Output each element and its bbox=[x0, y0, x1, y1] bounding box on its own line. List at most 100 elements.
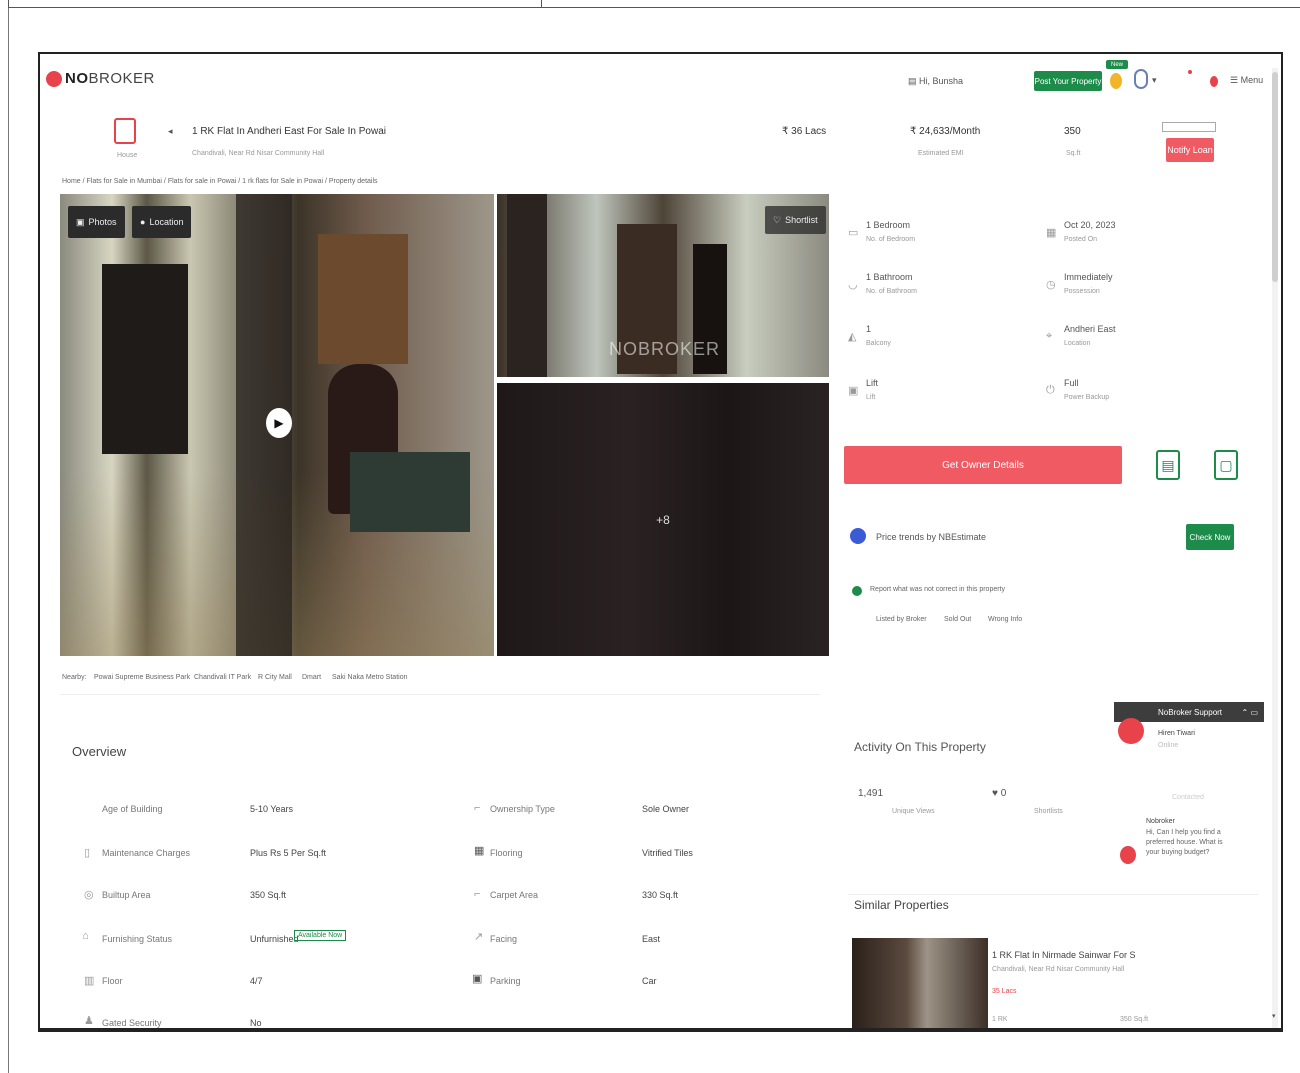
scroll-down-icon[interactable]: ▾ bbox=[1272, 1012, 1276, 1020]
overview-title: Overview bbox=[72, 744, 127, 759]
report-option-wrong[interactable]: Wrong Info bbox=[988, 616, 1022, 623]
activity-title: Activity On This Property bbox=[854, 740, 986, 754]
bot-message: Hi, Can I help you find a preferred hous… bbox=[1146, 829, 1223, 856]
notification-dot-icon bbox=[1188, 70, 1192, 74]
agent-title: Hiren Tiwari bbox=[1158, 730, 1195, 737]
notification-bell-icon[interactable] bbox=[1210, 76, 1218, 87]
offer-bulb-icon[interactable] bbox=[1110, 73, 1122, 89]
agent-avatar bbox=[1118, 718, 1144, 744]
browser-screenshot: NOBROKER ▤ Hi, Bunsha Post Your Property… bbox=[38, 52, 1283, 1032]
new-badge: New bbox=[1106, 60, 1128, 69]
notify-loan-button[interactable]: Notify Loan bbox=[1166, 138, 1214, 162]
nearby-label: Nearby: bbox=[62, 674, 87, 681]
balcony-icon: ◭ bbox=[848, 331, 857, 343]
logo-mark-icon bbox=[46, 70, 62, 87]
report-option-sold[interactable]: Sold Out bbox=[944, 616, 971, 623]
bath-icon: ◡ bbox=[848, 279, 858, 291]
post-property-button[interactable]: Post Your Property bbox=[1034, 71, 1102, 91]
similar-card-price: 35 Lacs bbox=[992, 988, 1017, 995]
area-unit: Sq.ft bbox=[1066, 150, 1081, 157]
camera-icon: ▣ bbox=[76, 216, 85, 227]
back-arrow-icon[interactable]: ◂ bbox=[168, 126, 173, 137]
shortlists-count: ♥ 0 bbox=[992, 788, 1007, 799]
more-photos-count: +8 bbox=[656, 512, 670, 527]
secondary-photo-more[interactable]: +8 bbox=[497, 383, 829, 656]
nearby-place[interactable]: R City Mall bbox=[258, 674, 292, 681]
report-icon bbox=[852, 586, 862, 596]
header-shortlist-link[interactable]: ▤ Hi, Bunsha bbox=[908, 76, 963, 87]
secondary-photo-top[interactable]: NOBROKER ♡ Shortlist bbox=[497, 194, 829, 377]
pin-icon: ⌖ bbox=[1046, 330, 1053, 342]
breadcrumb[interactable]: Home / Flats for Sale in Mumbai / Flats … bbox=[62, 178, 378, 185]
user-avatar-icon[interactable] bbox=[1134, 69, 1148, 89]
car-icon: ▣ bbox=[472, 973, 483, 985]
minimize-icon[interactable]: ⌃ ▭ bbox=[1242, 708, 1258, 717]
contacted-label: Contacted bbox=[1172, 794, 1204, 801]
get-owner-details-button[interactable]: Get Owner Details bbox=[844, 446, 1122, 484]
agent-status: Online bbox=[1158, 742, 1179, 749]
similar-card-meta: 1 RK bbox=[992, 1016, 1008, 1023]
bed-icon: ▭ bbox=[848, 227, 859, 239]
nearby-place[interactable]: Dmart bbox=[302, 674, 321, 681]
similar-card-subtitle: Chandivali, Near Rd Nisar Community Hall bbox=[992, 966, 1125, 973]
listing-title: 1 RK Flat In Andheri East For Sale In Po… bbox=[192, 126, 386, 137]
photos-chip[interactable]: ▣ Photos bbox=[68, 206, 125, 238]
report-option-broker[interactable]: Listed by Broker bbox=[876, 616, 927, 623]
wallet-icon: ▯ bbox=[84, 847, 91, 859]
price-trends-text: Price trends by NBEstimate bbox=[876, 532, 987, 542]
chevron-down-icon[interactable]: ▾ bbox=[1152, 75, 1157, 86]
plug-icon: ⏻ bbox=[1046, 384, 1055, 396]
house-type-label: House bbox=[117, 152, 138, 159]
area-icon: ◎ bbox=[84, 889, 94, 901]
listing-emi: ₹ 24,633/Month bbox=[910, 126, 981, 137]
views-label: Unique Views bbox=[892, 808, 935, 815]
location-pin-icon: ● bbox=[140, 217, 146, 227]
calendar-icon: ▦ bbox=[1046, 227, 1057, 239]
main-property-photo[interactable]: ▶ ▣ Photos ● Location bbox=[60, 194, 494, 656]
nobroker-logo[interactable]: NOBROKER bbox=[46, 70, 155, 87]
listing-price: ₹ 36 Lacs bbox=[782, 126, 827, 137]
house-type-icon bbox=[114, 118, 136, 144]
scrollbar-thumb[interactable] bbox=[1272, 72, 1278, 282]
play-video-icon[interactable]: ▶ bbox=[266, 408, 292, 438]
chat-bubble-icon[interactable]: ▢ bbox=[1214, 450, 1238, 480]
listing-area: 350 bbox=[1064, 126, 1081, 137]
nearby-place[interactable]: Chandivali IT Park bbox=[194, 674, 251, 681]
views-count: 1,491 bbox=[858, 788, 884, 799]
nearby-place[interactable]: Saki Naka Metro Station bbox=[332, 674, 407, 681]
door-frame bbox=[102, 264, 188, 454]
security-guard-icon: ♟ bbox=[84, 1015, 94, 1027]
bot-name: Nobroker bbox=[1146, 818, 1175, 825]
lift-icon: ▣ bbox=[848, 385, 859, 397]
similar-title: Similar Properties bbox=[854, 898, 949, 912]
similar-property-photo[interactable] bbox=[852, 938, 988, 1028]
shortlist-icon: ▤ bbox=[908, 76, 917, 86]
availability-tag: Available Now bbox=[294, 930, 347, 941]
similar-card-meta: 350 Sq.ft bbox=[1120, 1016, 1149, 1023]
compass-icon: ↗ bbox=[474, 931, 484, 943]
heart-filled-icon: ♥ bbox=[992, 788, 998, 799]
bot-avatar bbox=[1120, 846, 1136, 864]
nearby-place[interactable]: Powai Supreme Business Park bbox=[94, 674, 190, 681]
nbestimate-icon bbox=[850, 528, 866, 544]
home-loan-tag bbox=[1162, 122, 1216, 132]
floor-icon: ▥ bbox=[84, 975, 95, 987]
location-chip[interactable]: ● Location bbox=[132, 206, 192, 238]
carpet-icon: ⌐ bbox=[474, 888, 481, 900]
emi-label: Estimated EMI bbox=[918, 150, 964, 157]
heart-icon: ♡ bbox=[773, 214, 782, 225]
check-now-button[interactable]: Check Now bbox=[1186, 524, 1234, 550]
sofa-icon: ⌂ bbox=[82, 930, 89, 942]
similar-card-title[interactable]: 1 RK Flat In Nirmade Sainwar For S bbox=[992, 950, 1136, 960]
flooring-icon: ▦ bbox=[474, 845, 485, 857]
ownership-icon: ⌐ bbox=[474, 802, 481, 814]
hamburger-icon: ☰ bbox=[1230, 75, 1239, 85]
menu-button[interactable]: ☰ Menu bbox=[1230, 75, 1263, 86]
listing-subtitle: Chandivali, Near Rd Nisar Community Hall bbox=[192, 150, 325, 157]
shortlists-label: Shortlists bbox=[1034, 808, 1063, 815]
page-scrollbar[interactable] bbox=[1272, 68, 1278, 1028]
clock-icon: ◷ bbox=[1046, 279, 1056, 291]
shortlist-chip[interactable]: ♡ Shortlist bbox=[765, 206, 826, 234]
schedule-visit-icon[interactable]: ▤ bbox=[1156, 450, 1180, 480]
photo-watermark: NOBROKER bbox=[609, 339, 721, 359]
